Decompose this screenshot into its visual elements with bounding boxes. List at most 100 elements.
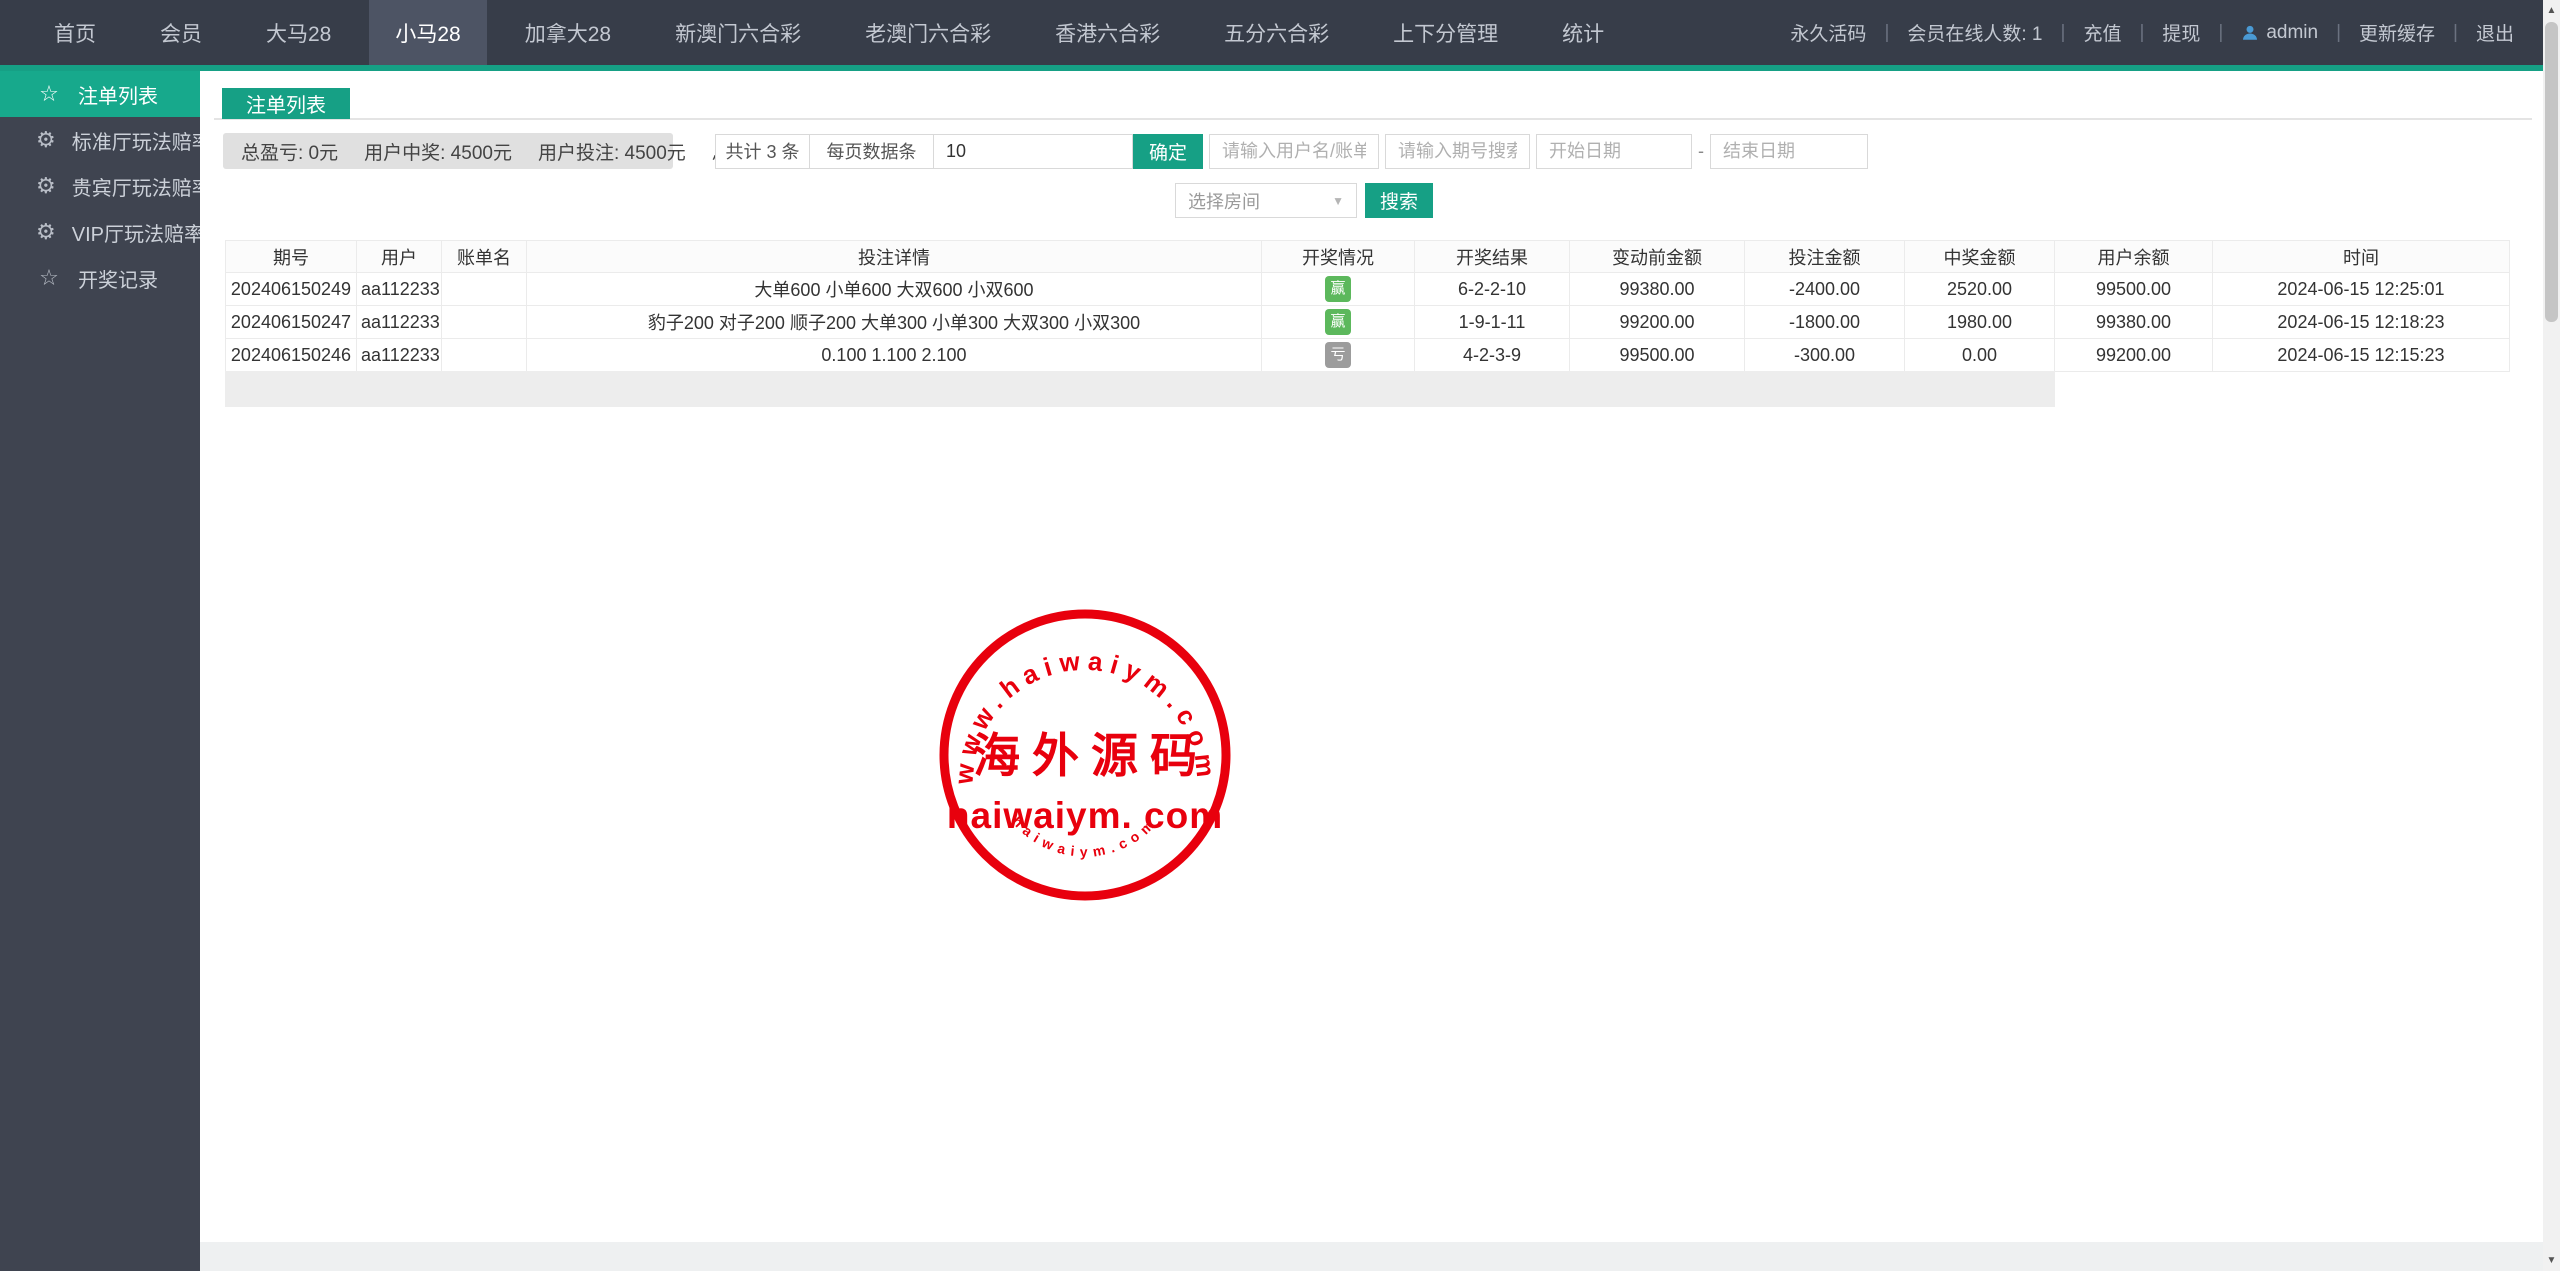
lose-badge: 亏 xyxy=(1325,342,1351,368)
scroll-down-icon[interactable]: ▼ xyxy=(2543,1252,2560,1269)
admin-username: admin xyxy=(2266,22,2318,44)
sidebar-item-label: 标准厅玩法赔率... xyxy=(72,126,200,155)
search-period-input[interactable] xyxy=(1385,134,1530,169)
sidebar-item-label: VIP厅玩法赔率设... xyxy=(72,218,200,247)
tab-bet-list[interactable]: 注单列表 xyxy=(222,88,350,119)
col-win-amount: 中奖金额 xyxy=(1905,241,2055,273)
cell-balance: 99500.00 xyxy=(2055,273,2213,306)
nav-item-canada28[interactable]: 加拿大28 xyxy=(499,0,637,65)
cell-detail: 0.100 1.100 2.100 xyxy=(527,339,1262,372)
cell-balance: 99200.00 xyxy=(2055,339,2213,372)
cell-account xyxy=(442,306,527,339)
cell-account xyxy=(442,273,527,306)
withdraw-link[interactable]: 提现 xyxy=(2158,19,2204,46)
filter-row-2: 选择房间 ▼ 搜索 xyxy=(1175,183,1433,218)
cell-time: 2024-06-15 12:18:23 xyxy=(2213,306,2510,339)
nav-item-hk-lottery[interactable]: 香港六合彩 xyxy=(1029,0,1186,65)
scrollbar-thumb[interactable] xyxy=(2545,22,2558,322)
cell-period: 202406150246 xyxy=(226,339,357,372)
star-icon: ☆ xyxy=(36,81,62,107)
divider: | xyxy=(2439,22,2472,44)
cell-user: aa112233 xyxy=(357,273,442,306)
cell-result: 4-2-3-9 xyxy=(1415,339,1570,372)
cell-time: 2024-06-15 12:15:23 xyxy=(2213,339,2510,372)
nav-item-members[interactable]: 会员 xyxy=(134,0,228,65)
total-count-label: 共计 3 条 xyxy=(715,134,810,169)
col-period: 期号 xyxy=(226,241,357,273)
sidebar-item-bet-list[interactable]: ☆ 注单列表 xyxy=(0,71,200,117)
nav-item-old-macau-lottery[interactable]: 老澳门六合彩 xyxy=(839,0,1017,65)
sidebar: ☆ 注单列表 ⚙ 标准厅玩法赔率... ⚙ 贵宾厅玩法赔率... ⚙ VIP厅玩… xyxy=(0,71,200,1271)
cell-status: 亏 xyxy=(1262,339,1415,372)
search-user-input[interactable] xyxy=(1209,134,1379,169)
cell-period: 202406150249 xyxy=(226,273,357,306)
refresh-cache-link[interactable]: 更新缓存 xyxy=(2355,19,2439,46)
sidebar-item-label: 开奖记录 xyxy=(78,264,158,293)
sidebar-item-vip-lounge-odds[interactable]: ⚙ 贵宾厅玩法赔率... xyxy=(0,163,200,209)
cell-before: 99500.00 xyxy=(1570,339,1745,372)
cell-status: 赢 xyxy=(1262,273,1415,306)
nav-item-home[interactable]: 首页 xyxy=(28,0,122,65)
admin-user-menu[interactable]: admin xyxy=(2237,22,2322,44)
stat-user-wins: 用户中奖: 4500元 xyxy=(364,138,512,165)
recharge-link[interactable]: 充值 xyxy=(2079,19,2125,46)
divider: | xyxy=(2322,22,2355,44)
stats-bar: 总盈亏: 0元 用户中奖: 4500元 用户投注: 4500元 总流水: 900… xyxy=(223,133,673,169)
col-bet-detail: 投注详情 xyxy=(527,241,1262,273)
confirm-button[interactable]: 确定 xyxy=(1133,134,1203,169)
search-button[interactable]: 搜索 xyxy=(1365,183,1433,218)
nav-item-5min-lottery[interactable]: 五分六合彩 xyxy=(1198,0,1355,65)
sidebar-item-label: 注单列表 xyxy=(78,80,158,109)
cell-win: 2520.00 xyxy=(1905,273,2055,306)
col-balance-before: 变动前金额 xyxy=(1570,241,1745,273)
gear-icon: ⚙ xyxy=(36,219,56,245)
permanent-code-link[interactable]: 永久活码 xyxy=(1786,19,1870,46)
cell-result: 1-9-1-11 xyxy=(1415,306,1570,339)
cell-before: 99380.00 xyxy=(1570,273,1745,306)
divider: | xyxy=(2047,22,2080,44)
sidebar-item-standard-hall-odds[interactable]: ⚙ 标准厅玩法赔率... xyxy=(0,117,200,163)
cell-account xyxy=(442,339,527,372)
nav-item-xiaoma28[interactable]: 小马28 xyxy=(369,0,486,65)
cell-status: 赢 xyxy=(1262,306,1415,339)
col-result-status: 开奖情况 xyxy=(1262,241,1415,273)
bet-table: 期号 用户 账单名 投注详情 开奖情况 开奖结果 变动前金额 投注金额 中奖金额… xyxy=(225,240,2510,372)
col-user: 用户 xyxy=(357,241,442,273)
nav-menu: 首页 会员 大马28 小马28 加拿大28 新澳门六合彩 老澳门六合彩 香港六合… xyxy=(0,0,1636,65)
end-date-input[interactable] xyxy=(1710,134,1868,169)
col-user-balance: 用户余额 xyxy=(2055,241,2213,273)
sidebar-item-vip-hall-odds[interactable]: ⚙ VIP厅玩法赔率设... xyxy=(0,209,200,255)
cell-balance: 99380.00 xyxy=(2055,306,2213,339)
nav-item-statistics[interactable]: 统计 xyxy=(1536,0,1630,65)
divider: | xyxy=(2204,22,2237,44)
per-page-input[interactable] xyxy=(933,134,1133,169)
cell-period: 202406150247 xyxy=(226,306,357,339)
vertical-scrollbar[interactable]: ▲ ▼ xyxy=(2543,0,2560,1271)
table-footer-strip xyxy=(225,371,2055,407)
main-content: 注单列表 总盈亏: 0元 用户中奖: 4500元 用户投注: 4500元 总流水… xyxy=(200,71,2543,1242)
divider: | xyxy=(1870,22,1903,44)
win-badge: 赢 xyxy=(1325,276,1351,302)
table-row: 202406150249 aa112233 大单600 小单600 大双600 … xyxy=(226,273,2510,306)
cell-bet: -1800.00 xyxy=(1745,306,1905,339)
nav-item-dama28[interactable]: 大马28 xyxy=(240,0,357,65)
accent-divider xyxy=(0,65,2560,71)
cell-before: 99200.00 xyxy=(1570,306,1745,339)
gear-icon: ⚙ xyxy=(36,127,56,153)
per-page-label: 每页数据条 xyxy=(809,134,934,169)
start-date-input[interactable] xyxy=(1536,134,1692,169)
scroll-up-icon[interactable]: ▲ xyxy=(2543,2,2560,19)
chevron-down-icon: ▼ xyxy=(1332,194,1344,208)
col-bet-amount: 投注金额 xyxy=(1745,241,1905,273)
room-select[interactable]: 选择房间 ▼ xyxy=(1175,183,1357,218)
cell-time: 2024-06-15 12:25:01 xyxy=(2213,273,2510,306)
nav-item-updown-manage[interactable]: 上下分管理 xyxy=(1367,0,1524,65)
online-members-count: 会员在线人数: 1 xyxy=(1903,19,2046,46)
room-select-value: 选择房间 xyxy=(1188,188,1260,214)
nav-item-new-macau-lottery[interactable]: 新澳门六合彩 xyxy=(649,0,827,65)
table-row: 202406150246 aa112233 0.100 1.100 2.100 … xyxy=(226,339,2510,372)
table-row: 202406150247 aa112233 豹子200 对子200 顺子200 … xyxy=(226,306,2510,339)
logout-link[interactable]: 退出 xyxy=(2472,19,2518,46)
date-range-separator: - xyxy=(1692,141,1710,162)
sidebar-item-draw-records[interactable]: ☆ 开奖记录 xyxy=(0,255,200,301)
